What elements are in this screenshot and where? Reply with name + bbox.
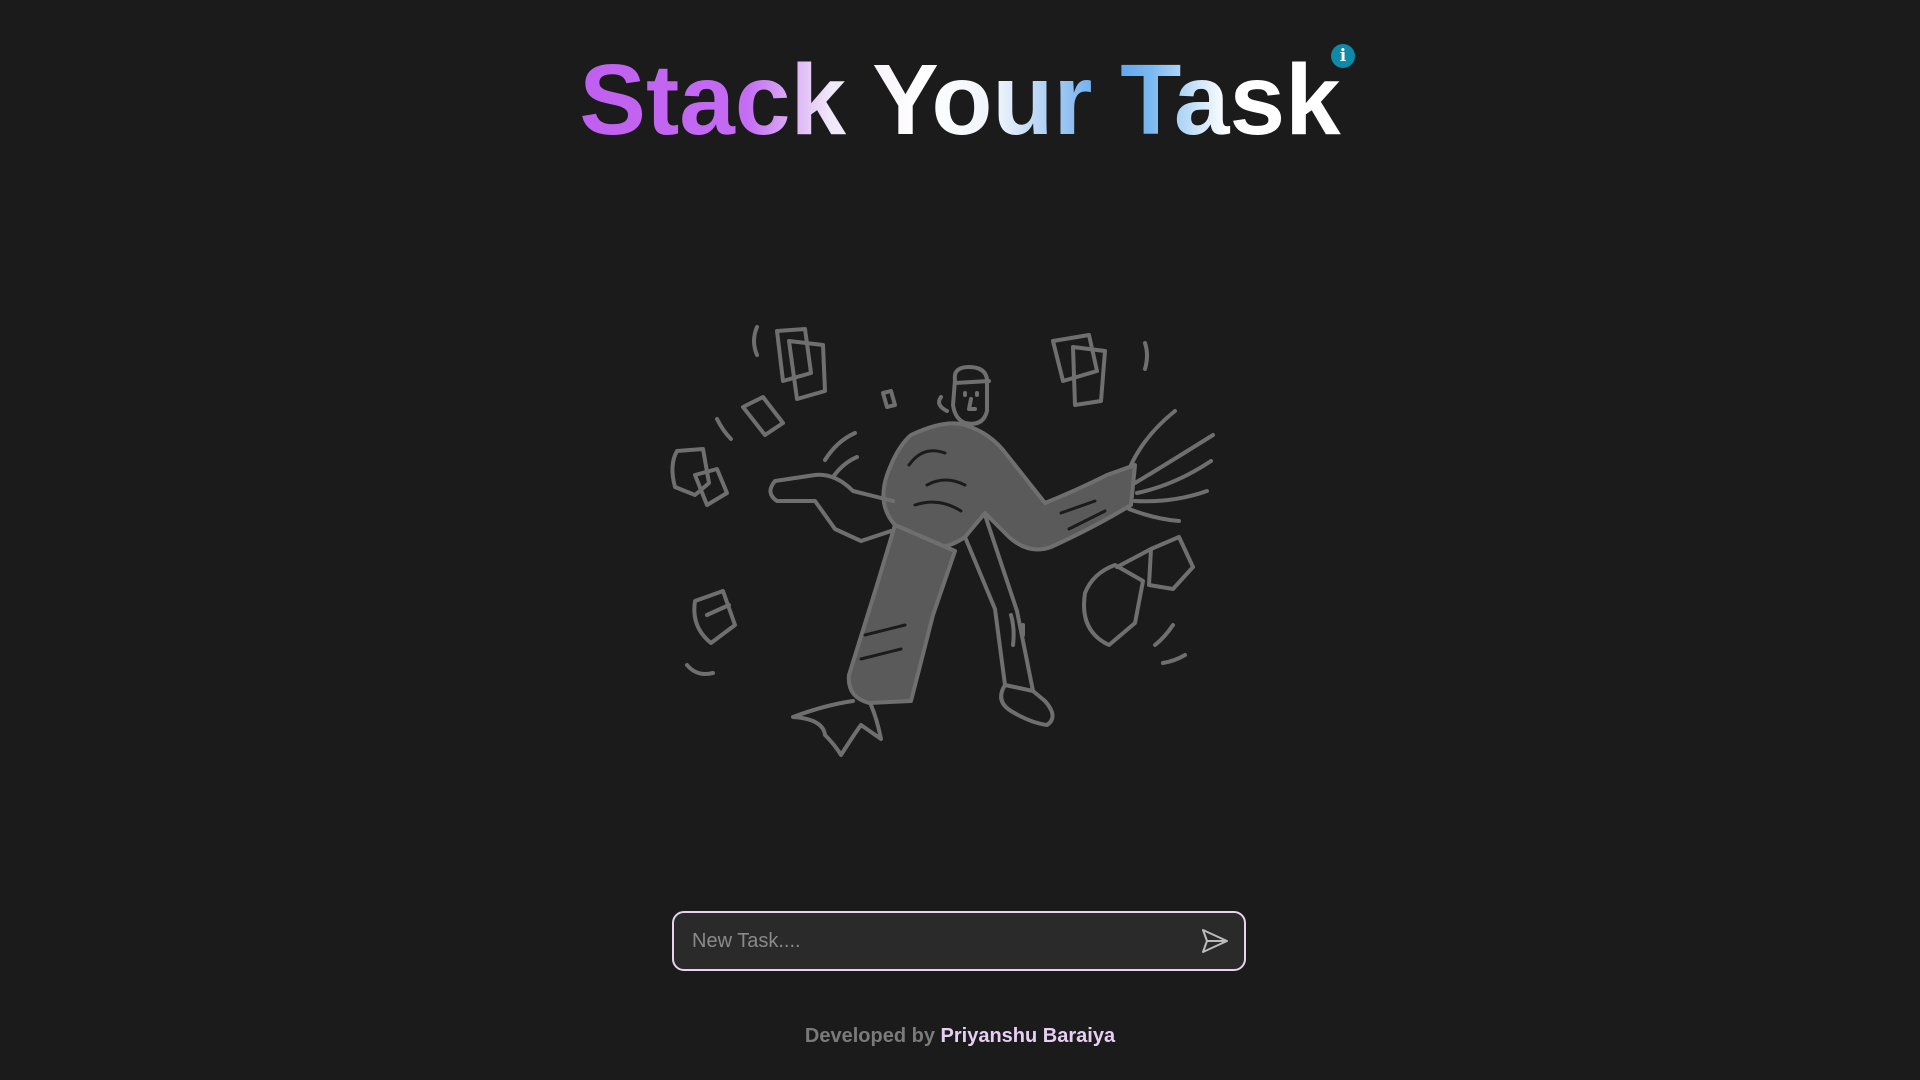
new-task-form [672, 911, 1246, 971]
send-button[interactable] [1196, 923, 1232, 959]
new-task-input[interactable] [674, 913, 1174, 969]
footer-prefix: Developed by [804, 1025, 935, 1047]
author-link[interactable]: Priyanshu Baraiya [941, 1025, 1116, 1047]
footer: Developed by Priyanshu Baraiya [0, 1025, 1920, 1048]
paper-icon [1082, 535, 1195, 647]
paper-icon [670, 447, 729, 507]
app-page: Stack Your Task i New Task.... Developed… [0, 0, 1920, 1080]
paper-icon [692, 589, 737, 645]
send-icon [1202, 929, 1228, 953]
paper-icon [1051, 333, 1107, 407]
header: Stack Your Task [0, 44, 1920, 156]
app-title: Stack Your Task [579, 44, 1341, 156]
figure-body [846, 421, 1137, 705]
info-icon[interactable]: i [1331, 44, 1355, 68]
man-juggling-papers-illustration [670, 325, 1215, 757]
paper-icon [775, 327, 827, 401]
